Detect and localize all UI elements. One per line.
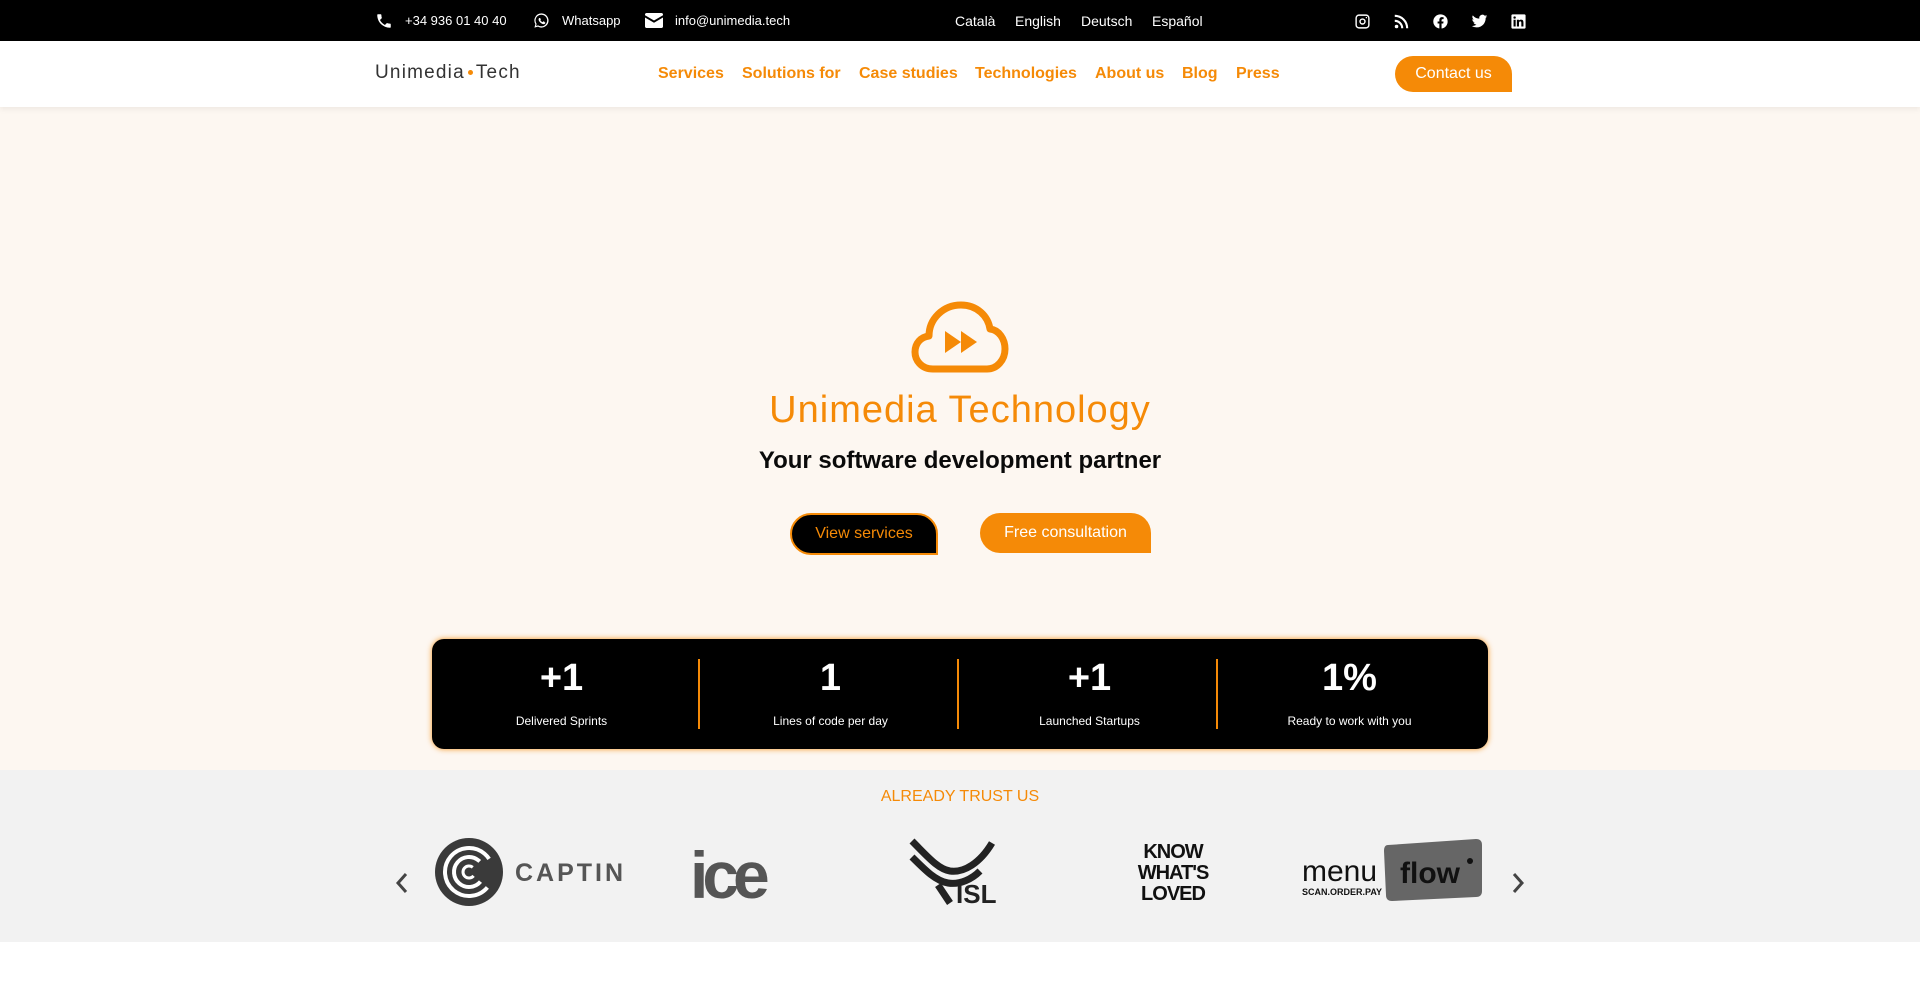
lang-catala[interactable]: Català [955,0,995,41]
client-logo-captini: CAPTINI [435,838,623,906]
lang-deutsch[interactable]: Deutsch [1081,0,1132,41]
cloud-fast-forward-icon [911,301,1009,373]
email-address: info@unimedia.tech [675,13,791,28]
logo-text-right: Tech [475,62,521,83]
hero-subtitle: Your software development partner [758,447,1162,474]
carousel-prev-button[interactable] [392,870,412,896]
client-logo-know-whats-loved: KNOW WHAT'S LOVED [1138,841,1210,905]
stat-label: Delivered Sprints [515,714,608,728]
facebook-link[interactable] [1431,12,1449,30]
nav-case-studies[interactable]: Case studies [859,65,958,83]
menu-text: menu [1302,855,1377,888]
stat-value: 1 [819,657,842,699]
linkedin-icon [1510,13,1526,29]
phone-link[interactable]: +34 936 01 40 40 [375,0,507,41]
lang-espanol[interactable]: Español [1152,0,1203,41]
stats-panel: +1 Delivered Sprints 1 Lines of code per… [432,639,1488,749]
kwl-line-3: LOVED [1141,883,1205,905]
nav-about-us[interactable]: About us [1095,65,1164,83]
ice-text: ice [690,838,768,910]
stat-value: 1% [1322,657,1377,699]
whatsapp-icon [534,13,549,28]
phone-number: +34 936 01 40 40 [405,13,507,28]
hero-title: Unimedia Technology [769,389,1151,431]
twitter-link[interactable] [1470,12,1488,30]
logo-dot [467,69,473,75]
stat-value: +1 [1067,657,1112,699]
trust-section: ALREADY TRUST US CAPTINI ice ISL KNOW WH… [0,770,1920,942]
lang-english[interactable]: English [1015,0,1061,41]
trust-title: ALREADY TRUST US [880,788,1040,805]
chevron-right-icon [1512,873,1525,893]
rss-link[interactable] [1392,12,1410,30]
top-bar: +34 936 01 40 40 Whatsapp info@unimedia.… [0,0,1920,41]
view-services-button[interactable]: View services [790,513,938,555]
hero-section: Unimedia Technology Your software develo… [0,107,1920,770]
chevron-left-icon [395,873,408,893]
nav-services[interactable]: Services [658,65,724,83]
stat-label: Lines of code per day [773,714,888,728]
isl-text: ISL [956,879,997,909]
stat-lines-of-code: 1 Lines of code per day [701,639,960,749]
nav-solutions-for[interactable]: Solutions for [742,65,841,83]
main-header: Unimedia Tech Services Solutions for Cas… [0,41,1920,107]
captini-text: CAPTINI [515,859,623,887]
instagram-link[interactable] [1353,12,1371,30]
kwl-line-2: WHAT'S [1138,862,1209,884]
stat-divider [698,659,700,729]
stat-value: +1 [539,657,584,699]
linkedin-link[interactable] [1509,12,1527,30]
facebook-icon [1432,13,1448,29]
kwl-line-1: KNOW [1143,841,1203,863]
instagram-icon [1354,13,1370,29]
client-logo-isl: ISL [909,838,997,909]
phone-icon [377,13,391,28]
client-logo-menuflow: menu SCAN.ORDER.PAY flow [1302,839,1482,901]
rss-icon [1394,14,1408,28]
logo-text-left: Unimedia [375,62,465,83]
nav-blog[interactable]: Blog [1182,65,1218,83]
stat-label: Launched Startups [1039,714,1140,728]
stat-launched-startups: +1 Launched Startups [960,639,1219,749]
contact-us-button[interactable]: Contact us [1395,56,1512,92]
stat-ready-to-work: 1% Ready to work with you [1220,639,1479,749]
twitter-icon [1471,14,1487,27]
nav-press[interactable]: Press [1236,65,1280,83]
whatsapp-label: Whatsapp [562,13,621,28]
carousel-next-button[interactable] [1508,870,1528,896]
stat-divider [957,659,959,729]
email-link[interactable]: info@unimedia.tech [645,0,790,41]
stat-delivered-sprints: +1 Delivered Sprints [432,639,691,749]
menuflow-tagline: SCAN.ORDER.PAY [1302,887,1382,897]
envelope-icon [645,13,663,28]
whatsapp-link[interactable]: Whatsapp [533,0,621,41]
site-logo[interactable]: Unimedia Tech [375,62,521,84]
flow-text: flow [1400,857,1461,890]
free-consultation-button[interactable]: Free consultation [980,513,1151,553]
client-logo-ice: ice [690,838,774,910]
stat-divider [1216,659,1218,729]
nav-technologies[interactable]: Technologies [975,65,1077,83]
stat-label: Ready to work with you [1287,714,1412,728]
